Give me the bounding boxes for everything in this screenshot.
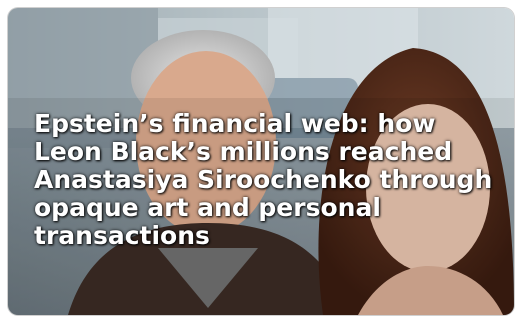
article-card[interactable]: Epstein’s financial web: how Leon Black’…: [8, 8, 514, 315]
headline[interactable]: Epstein’s financial web: how Leon Black’…: [34, 110, 506, 250]
